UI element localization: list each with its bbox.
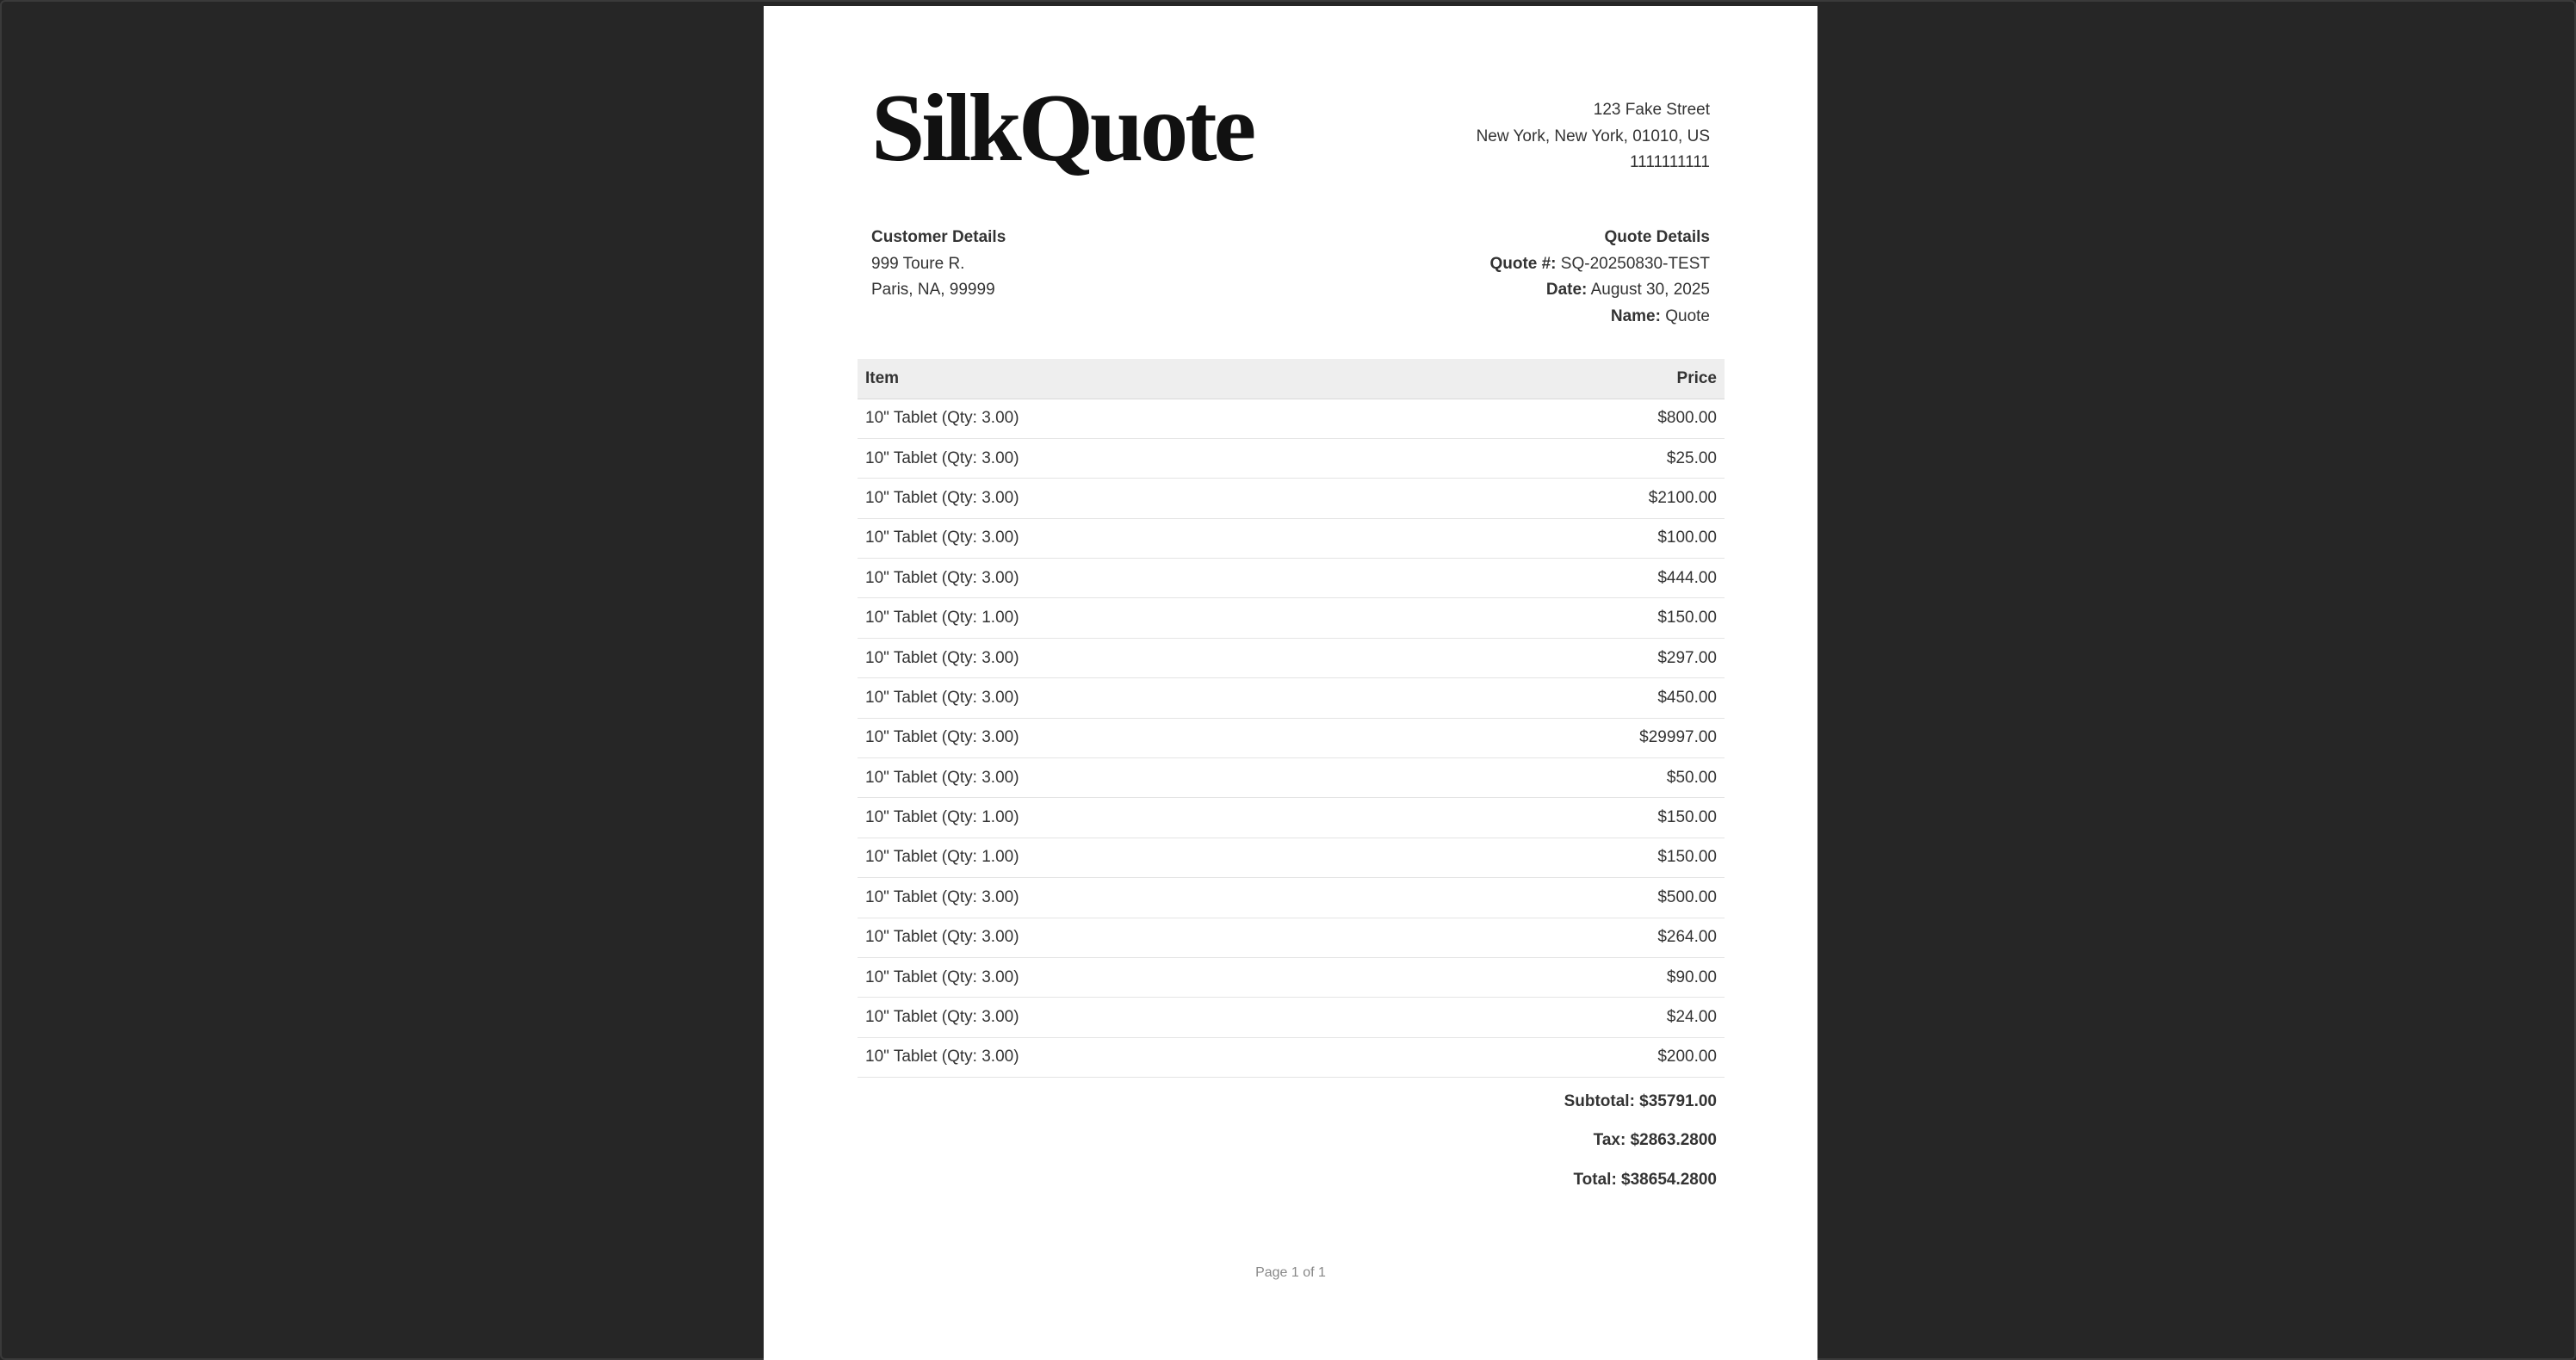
item-cell: 10" Tablet (Qty: 3.00): [858, 997, 1418, 1038]
price-cell: $2100.00: [1417, 478, 1725, 519]
quote-name-value: Quote: [1665, 306, 1710, 325]
quote-details: Quote Details Quote #: SQ-20250830-TEST …: [1489, 225, 1710, 330]
item-cell: 10" Tablet (Qty: 3.00): [858, 757, 1418, 799]
item-cell: 10" Tablet (Qty: 3.00): [858, 877, 1418, 918]
item-cell: 10" Tablet (Qty: 3.00): [858, 1037, 1418, 1079]
item-cell: 10" Tablet (Qty: 1.00): [858, 838, 1418, 879]
price-cell: $200.00: [1417, 1037, 1725, 1079]
item-cell: 10" Tablet (Qty: 1.00): [858, 597, 1418, 639]
table-row: 10" Tablet (Qty: 3.00) $444.00: [858, 558, 1725, 599]
table-row: 10" Tablet (Qty: 1.00) $150.00: [858, 797, 1725, 838]
total-line: Total: $38654.2800: [1573, 1170, 1717, 1189]
price-cell: $264.00: [1417, 918, 1725, 958]
price-cell: $150.00: [1417, 797, 1725, 838]
item-cell: 10" Tablet (Qty: 3.00): [858, 478, 1418, 519]
totals-block: Subtotal: $35791.00 Tax: $2863.2800 Tota…: [1564, 1090, 1717, 1207]
quote-date-label: Date:: [1545, 281, 1588, 299]
price-cell: $50.00: [1417, 757, 1725, 799]
quote-name-label: Name:: [1610, 306, 1661, 325]
company-logo: SilkQuote: [871, 75, 1256, 182]
price-cell: $444.00: [1417, 558, 1725, 599]
price-cell: $25.00: [1417, 438, 1725, 479]
item-cell: 10" Tablet (Qty: 3.00): [858, 957, 1418, 998]
table-row: 10" Tablet (Qty: 1.00) $150.00: [858, 838, 1725, 879]
subtotal-line: Subtotal: $35791.00: [1564, 1092, 1717, 1110]
customer-details: Customer Details 999 Toure R. Paris, NA,…: [871, 225, 1006, 304]
customer-city: Paris, NA, 99999: [871, 281, 995, 299]
page-number-footer: Page 1 of 1: [1255, 1265, 1326, 1280]
table-row: 10" Tablet (Qty: 3.00) $25.00: [858, 438, 1725, 479]
item-cell: 10" Tablet (Qty: 3.00): [858, 558, 1418, 599]
company-phone: 1111111111: [1630, 153, 1710, 171]
item-cell: 10" Tablet (Qty: 3.00): [858, 638, 1418, 679]
document-viewer[interactable]: SilkQuote 123 Fake Street New York, New …: [0, 0, 2576, 1360]
quote-number-line: Quote #: SQ-20250830-TEST: [1489, 251, 1710, 278]
quote-name-line: Name: Quote: [1489, 304, 1710, 331]
table-row: 10" Tablet (Qty: 3.00) $800.00: [858, 399, 1725, 439]
table-row: 10" Tablet (Qty: 1.00) $150.00: [858, 597, 1725, 639]
quote-date-value: August 30, 2025: [1590, 281, 1710, 299]
table-row: 10" Tablet (Qty: 3.00) $200.00: [858, 1037, 1725, 1079]
table-row: 10" Tablet (Qty: 3.00) $90.00: [858, 957, 1725, 998]
price-cell: $150.00: [1417, 838, 1725, 879]
quote-number-value: SQ-20250830-TEST: [1560, 254, 1710, 273]
price-cell: $450.00: [1417, 677, 1725, 719]
quote-details-heading: Quote Details: [1604, 228, 1710, 246]
item-cell: 10" Tablet (Qty: 3.00): [858, 718, 1418, 759]
item-cell: 10" Tablet (Qty: 3.00): [858, 918, 1418, 958]
price-cell: $90.00: [1417, 957, 1725, 998]
document-page: SilkQuote 123 Fake Street New York, New …: [764, 6, 1817, 1360]
line-items-table: Item Price 10" Tablet (Qty: 3.00) $800.00…: [858, 359, 1725, 1079]
company-street: 123 Fake Street: [1593, 101, 1710, 119]
table-row: 10" Tablet (Qty: 3.00) $2100.00: [858, 478, 1725, 519]
item-column-header: Item: [858, 359, 1418, 399]
table-row: 10" Tablet (Qty: 3.00) $500.00: [858, 877, 1725, 918]
company-address: 123 Fake Street New York, New York, 0101…: [1477, 97, 1710, 176]
item-cell: 10" Tablet (Qty: 3.00): [858, 438, 1418, 479]
table-header-row: Item Price: [858, 359, 1725, 399]
table-row: 10" Tablet (Qty: 3.00) $297.00: [858, 638, 1725, 679]
table-row: 10" Tablet (Qty: 3.00) $24.00: [858, 997, 1725, 1038]
price-cell: $297.00: [1417, 638, 1725, 679]
quote-number-label: Quote #:: [1489, 254, 1557, 273]
table-row: 10" Tablet (Qty: 3.00) $29997.00: [858, 718, 1725, 759]
tax-line: Tax: $2863.2800: [1593, 1131, 1717, 1150]
quote-date-line: Date: August 30, 2025: [1489, 277, 1710, 304]
price-cell: $100.00: [1417, 518, 1725, 559]
table-row: 10" Tablet (Qty: 3.00) $50.00: [858, 757, 1725, 799]
price-cell: $800.00: [1417, 399, 1725, 439]
price-cell: $29997.00: [1417, 718, 1725, 759]
price-cell: $24.00: [1417, 997, 1725, 1038]
table-row: 10" Tablet (Qty: 3.00) $450.00: [858, 677, 1725, 719]
company-city: New York, New York, 01010, US: [1476, 127, 1710, 145]
price-cell: $500.00: [1417, 877, 1725, 918]
price-column-header: Price: [1417, 359, 1725, 399]
table-row: 10" Tablet (Qty: 3.00) $264.00: [858, 918, 1725, 958]
item-cell: 10" Tablet (Qty: 1.00): [858, 797, 1418, 838]
item-cell: 10" Tablet (Qty: 3.00): [858, 677, 1418, 719]
item-cell: 10" Tablet (Qty: 3.00): [858, 399, 1418, 439]
customer-street: 999 Toure R.: [871, 254, 965, 273]
price-cell: $150.00: [1417, 597, 1725, 639]
customer-details-heading: Customer Details: [871, 228, 1006, 246]
table-row: 10" Tablet (Qty: 3.00) $100.00: [858, 518, 1725, 559]
item-cell: 10" Tablet (Qty: 3.00): [858, 518, 1418, 559]
